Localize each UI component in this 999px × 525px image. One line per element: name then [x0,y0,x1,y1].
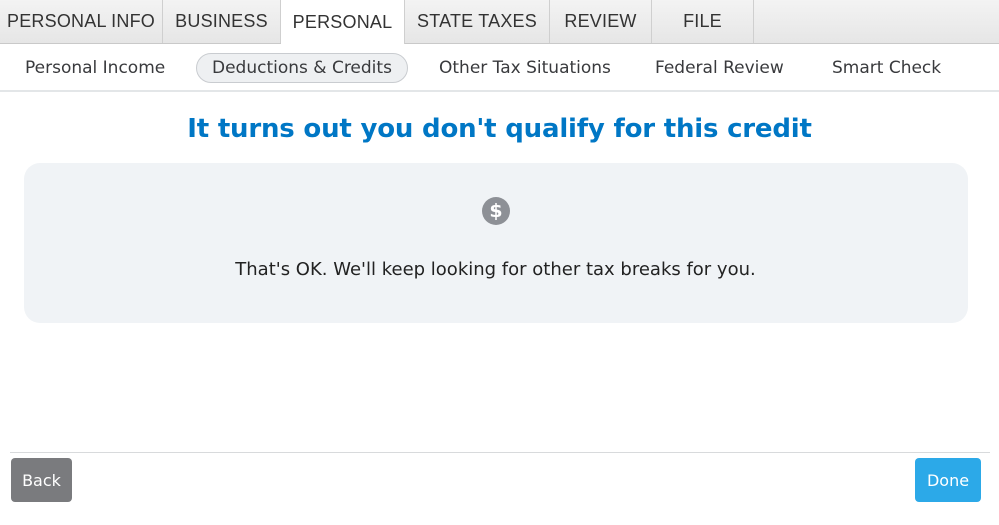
tab-file[interactable]: FILE [652,0,754,43]
tab-label: PERSONAL INFO [7,11,155,31]
subnav-other-tax-situations[interactable]: Other Tax Situations [439,53,611,83]
info-card [24,163,968,323]
subnav-personal-income[interactable]: Personal Income [25,53,165,83]
done-button[interactable]: Done [915,458,981,502]
tab-label: STATE TAXES [417,11,537,31]
tab-personal-info[interactable]: PERSONAL INFO [0,0,163,43]
sub-navigation: Personal Income Deductions & Credits Oth… [0,44,999,92]
tab-label: REVIEW [564,11,637,31]
subnav-federal-review[interactable]: Federal Review [655,53,784,83]
page-title: It turns out you don't qualify for this … [187,114,812,144]
top-tab-bar: PERSONAL INFO BUSINESS PERSONAL STATE TA… [0,0,999,44]
card-message: That's OK. We'll keep looking for other … [235,259,756,280]
subnav-smart-check[interactable]: Smart Check [832,53,941,83]
subnav-deductions-credits[interactable]: Deductions & Credits [196,53,408,83]
tab-personal[interactable]: PERSONAL [281,0,405,44]
tab-label: BUSINESS [175,11,268,31]
dollar-circle-icon: $ [482,197,510,225]
tab-business[interactable]: BUSINESS [163,0,281,43]
back-button[interactable]: Back [11,458,72,502]
tab-review[interactable]: REVIEW [550,0,652,43]
tab-label: FILE [683,11,722,31]
footer-divider [10,452,990,453]
tab-state-taxes[interactable]: STATE TAXES [405,0,550,43]
tab-label: PERSONAL [292,11,393,32]
